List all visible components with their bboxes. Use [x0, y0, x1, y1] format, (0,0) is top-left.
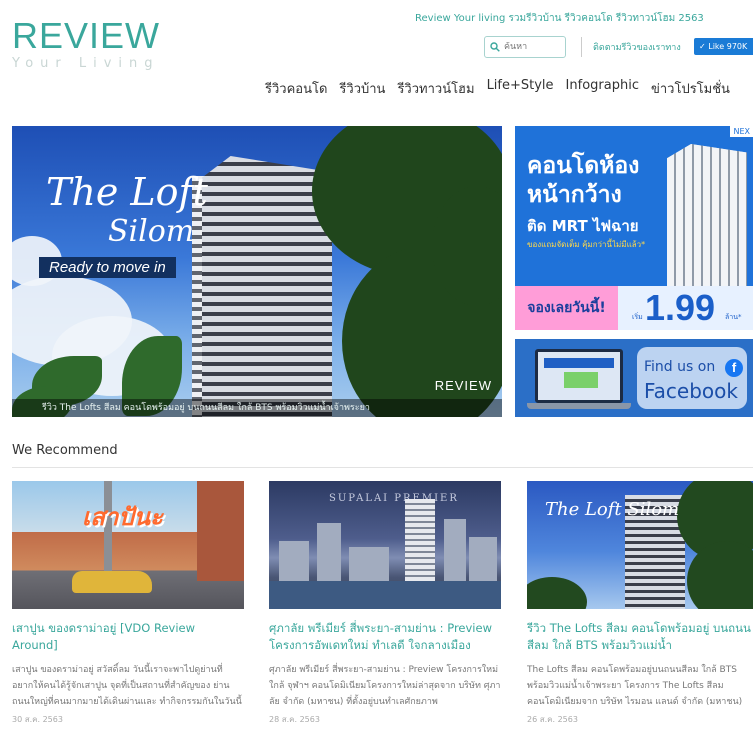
nav-item-condo-review[interactable]: รีวิวคอนโด — [265, 78, 327, 99]
thumbnail-car — [72, 571, 152, 593]
thumbnail-tree — [527, 577, 587, 609]
ad-note: ของแถมจัดเต็ม คุ้มกว่านี้ไม่มีแล้ว* — [527, 240, 646, 249]
hero-title: The Loft — [46, 170, 208, 214]
section-divider — [12, 467, 753, 468]
header-divider — [581, 37, 582, 57]
site-logo[interactable]: REVIEW Your Living — [12, 15, 172, 72]
hero-banner[interactable]: The Loft Silom Ready to move in REVIEW ร… — [12, 126, 502, 417]
article-title[interactable]: ศุภาลัย พรีเมียร์ สี่พระยา-สามย่าน : Pre… — [269, 620, 501, 656]
ad-price-unit: ล้าน* — [725, 313, 742, 321]
hero-watermark-logo: REVIEW — [434, 378, 492, 393]
article-excerpt: เสาปูน ของดราม่าอยู่ สวัสดิ์ลม วันนี้เรา… — [12, 665, 242, 707]
laptop-illustration — [535, 349, 623, 403]
ad-title: คอนโดห้อง หน้ากว้าง — [527, 152, 639, 210]
thumbnail-tower — [405, 499, 435, 591]
article-card[interactable]: SUPALAI PREMIER ศุภาลัย พรีเมียร์ สี่พระ… — [269, 481, 501, 726]
search-icon — [490, 42, 500, 52]
search-box[interactable] — [484, 36, 566, 58]
condo-ad-banner[interactable]: NEX คอนโดห้อง หน้ากว้าง ติด MRT ไฟฉาย ขอ… — [515, 126, 753, 330]
hero-caption[interactable]: รีวิว The Lofts สีลม คอนโดพร้อมอยู่ บนถน… — [12, 399, 502, 417]
article-card[interactable]: เสาปันะ เสาปูน ของดราม่าอยู่ [VDO Review… — [12, 481, 244, 726]
thumbnail-building — [317, 523, 341, 581]
ad-title-line-2: หน้ากว้าง — [527, 182, 622, 208]
thumbnail-building — [349, 547, 389, 581]
ad-book-now[interactable]: จองเลยวันนี้! — [515, 286, 618, 330]
section-title-recommend: We Recommend — [12, 443, 118, 458]
article-thumbnail[interactable]: เสาปันะ — [12, 481, 244, 609]
facebook-card: Find us on f Facebook — [637, 347, 747, 409]
thumbnail-text: เสาปันะ — [82, 503, 163, 531]
facebook-ad-banner[interactable]: Find us on f Facebook — [515, 339, 753, 417]
article-thumbnail[interactable]: SUPALAI PREMIER — [269, 481, 501, 609]
article-excerpt: The Lofts สีลม คอนโดพร้อมอยู่บนถนนสีลม ใ… — [527, 665, 743, 707]
facebook-find-text: Find us on — [644, 359, 716, 375]
nav-item-townhome-review[interactable]: รีวิวทาวน์โฮม — [397, 78, 474, 99]
logo-main-text: REVIEW — [12, 15, 161, 56]
nav-item-promotion-news[interactable]: ข่าวโปรโมชั่น — [651, 78, 730, 99]
ad-subtitle: ติด MRT ไฟฉาย — [527, 217, 639, 235]
article-title[interactable]: รีวิว The Lofts สีลม คอนโดพร้อมอยู่ บนถน… — [527, 620, 753, 656]
thumbnail-building — [444, 519, 466, 581]
ad-corner-label: NEX — [730, 126, 753, 137]
laptop-screen-bar — [544, 358, 614, 368]
facebook-name: Facebook — [644, 379, 738, 403]
hero-subtitle: Silom — [108, 214, 195, 249]
nav-item-infographic[interactable]: Infographic — [566, 78, 639, 99]
article-date: 26 ส.ค. 2563 — [527, 715, 578, 724]
laptop-screen-box — [564, 372, 598, 388]
nav-item-lifestyle[interactable]: Life+Style — [487, 78, 554, 99]
thumbnail-building — [279, 541, 309, 581]
main-nav: รีวิวคอนโด รีวิวบ้าน รีวิวทาวน์โฮม Life+… — [265, 78, 730, 99]
search-input[interactable] — [504, 42, 560, 52]
ad-title-line-1: คอนโดห้อง — [527, 153, 640, 179]
facebook-like-button[interactable]: ✓ Like 970K — [694, 38, 753, 55]
hero-badge: Ready to move in — [39, 257, 176, 278]
laptop-base — [527, 403, 631, 409]
logo-sub-text: Your Living — [12, 56, 160, 71]
ad-building-image — [667, 144, 747, 286]
thumbnail-river — [269, 581, 501, 609]
site-tagline: Review Your living รวมรีวิวบ้าน รีวิวคอน… — [415, 13, 704, 24]
article-date: 28 ส.ค. 2563 — [269, 715, 320, 724]
ad-price: 1.99 — [645, 287, 716, 328]
thumbnail-text: The Loft Silom — [545, 499, 680, 520]
nav-item-house-review[interactable]: รีวิวบ้าน — [339, 78, 385, 99]
article-title[interactable]: เสาปูน ของดราม่าอยู่ [VDO Review Around] — [12, 620, 244, 656]
thumbnail-building — [469, 537, 497, 581]
ad-price-prefix: เริ่ม — [632, 313, 643, 321]
thumbnail-shop — [197, 481, 244, 581]
article-excerpt: ศุภาลัย พรีเมียร์ สี่พระยา-สามย่าน : Pre… — [269, 665, 501, 707]
facebook-icon: f — [725, 359, 743, 377]
follow-text: ติดตามรีวิวของเราทาง — [593, 43, 681, 53]
article-card[interactable]: The Loft Silom รีวิว The Lofts สีลม คอนโ… — [527, 481, 753, 726]
article-thumbnail[interactable]: The Loft Silom — [527, 481, 753, 609]
thumbnail-text: SUPALAI PREMIER — [329, 493, 459, 504]
article-date: 30 ส.ค. 2563 — [12, 715, 63, 724]
